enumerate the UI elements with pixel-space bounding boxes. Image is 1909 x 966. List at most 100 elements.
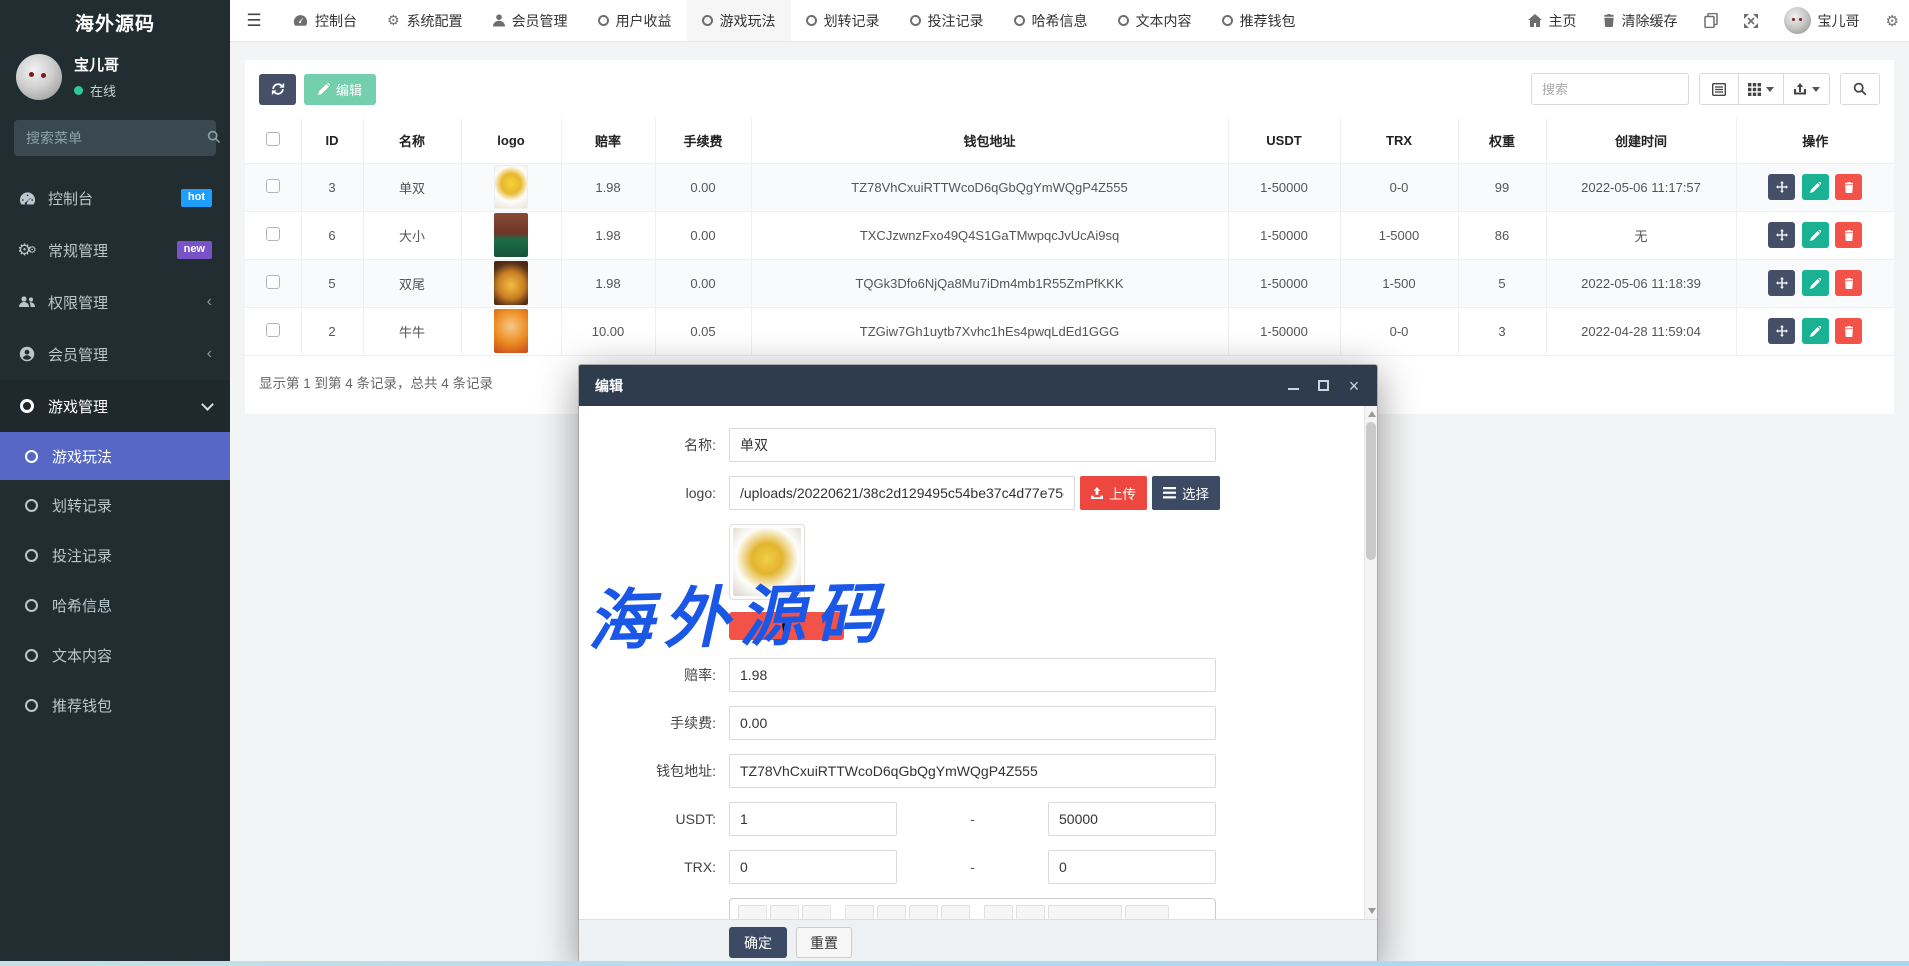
scroll-up-arrow[interactable] bbox=[1368, 411, 1376, 417]
maximize-icon[interactable] bbox=[1318, 380, 1329, 391]
header-wallet[interactable]: 钱包地址 bbox=[751, 118, 1228, 163]
trx-min-field[interactable] bbox=[729, 850, 897, 884]
copy-icon[interactable] bbox=[1704, 13, 1718, 28]
table-row[interactable]: 3 单双 1.98 0.00 TZ78VhCxuiRTTWcoD6qGbQgYm… bbox=[245, 163, 1894, 211]
refresh-button[interactable] bbox=[259, 74, 296, 105]
table-row[interactable]: 5 双尾 1.98 0.00 TQGk3Dfo6NjQa8Mu7iDm4mb1R… bbox=[245, 259, 1894, 307]
tab-transfer-records[interactable]: 划转记录 bbox=[791, 0, 895, 41]
row-checkbox[interactable] bbox=[266, 179, 280, 193]
header-id[interactable]: ID bbox=[301, 118, 363, 163]
reset-button[interactable]: 重置 bbox=[796, 927, 852, 958]
tab-bet-records[interactable]: 投注记录 bbox=[895, 0, 999, 41]
header-rate[interactable]: 赔率 bbox=[561, 118, 655, 163]
header-fee[interactable]: 手续费 bbox=[655, 118, 751, 163]
row-checkbox[interactable] bbox=[266, 227, 280, 241]
upload-button[interactable]: 上传 bbox=[1080, 476, 1147, 510]
fullscreen-icon[interactable] bbox=[1744, 14, 1758, 28]
sidebar-menu: 控制台 hot ⚙⚙ 常规管理 new 权限管理 ‹ 会员管理 ‹ bbox=[0, 172, 230, 380]
sidebar-item-bet-records[interactable]: 投注记录 bbox=[0, 530, 230, 580]
move-icon bbox=[1776, 325, 1788, 337]
drag-sort-button[interactable] bbox=[1768, 318, 1795, 344]
row-checkbox[interactable] bbox=[266, 323, 280, 337]
tab-game-play[interactable]: 游戏玩法 bbox=[687, 0, 791, 41]
drag-sort-button[interactable] bbox=[1768, 174, 1795, 200]
header-name[interactable]: 名称 bbox=[363, 118, 461, 163]
row-edit-button[interactable] bbox=[1802, 270, 1829, 296]
row-delete-button[interactable] bbox=[1835, 318, 1862, 344]
header-usdt[interactable]: USDT bbox=[1228, 118, 1340, 163]
usdt-min-field[interactable] bbox=[729, 802, 897, 836]
header-trx[interactable]: TRX bbox=[1340, 118, 1458, 163]
row-edit-button[interactable] bbox=[1802, 222, 1829, 248]
home-icon bbox=[1528, 14, 1542, 27]
detail-view-button[interactable] bbox=[1699, 73, 1739, 105]
tab-text-content[interactable]: 文本内容 bbox=[1103, 0, 1207, 41]
caret-down-icon bbox=[1766, 87, 1774, 92]
confirm-button[interactable]: 确定 bbox=[729, 927, 787, 958]
export-dropdown-button[interactable] bbox=[1784, 73, 1830, 105]
header-created[interactable]: 创建时间 bbox=[1546, 118, 1736, 163]
tab-hash-info[interactable]: 哈希信息 bbox=[999, 0, 1103, 41]
clear-cache-link[interactable]: 清除缓存 bbox=[1603, 11, 1678, 31]
tab-referral-wallet[interactable]: 推荐钱包 bbox=[1207, 0, 1311, 41]
drag-sort-button[interactable] bbox=[1768, 270, 1795, 296]
name-field[interactable] bbox=[729, 428, 1216, 462]
sidebar-item-transfer-records[interactable]: 划转记录 bbox=[0, 480, 230, 530]
topbar-user[interactable]: 宝儿哥 bbox=[1784, 7, 1860, 34]
delete-image-button[interactable] bbox=[729, 612, 844, 640]
sidebar-search-input[interactable] bbox=[26, 130, 207, 146]
search-toggle-button[interactable] bbox=[1840, 73, 1880, 105]
header-weight[interactable]: 权重 bbox=[1458, 118, 1546, 163]
table-search-input[interactable] bbox=[1531, 73, 1689, 105]
sidebar-item-console[interactable]: 控制台 hot bbox=[0, 172, 230, 224]
dialog-header[interactable]: 编辑 × bbox=[579, 365, 1377, 406]
usdt-max-field[interactable] bbox=[1048, 802, 1216, 836]
avatar[interactable] bbox=[16, 54, 62, 100]
row-checkbox[interactable] bbox=[266, 275, 280, 289]
dialog-scrollbar[interactable] bbox=[1364, 406, 1377, 919]
table-row[interactable]: 2 牛牛 10.00 0.05 TZGiw7Gh1uytb7Xvhc1hEs4p… bbox=[245, 307, 1894, 355]
sidebar-item-permissions[interactable]: 权限管理 ‹ bbox=[0, 276, 230, 328]
row-edit-button[interactable] bbox=[1802, 174, 1829, 200]
header-logo[interactable]: logo bbox=[461, 118, 561, 163]
rate-field[interactable] bbox=[729, 658, 1216, 692]
row-delete-button[interactable] bbox=[1835, 222, 1862, 248]
close-icon[interactable]: × bbox=[1347, 379, 1361, 393]
edit-button[interactable]: 编辑 bbox=[304, 74, 376, 105]
sidebar-item-game-management[interactable]: 游戏管理 bbox=[0, 380, 230, 432]
sidebar-item-referral-wallet[interactable]: 推荐钱包 bbox=[0, 680, 230, 730]
fee-field[interactable] bbox=[729, 706, 1216, 740]
online-status-icon bbox=[74, 86, 83, 95]
minimize-icon[interactable] bbox=[1288, 382, 1299, 390]
sidebar-item-text-content[interactable]: 文本内容 bbox=[0, 630, 230, 680]
columns-dropdown-button[interactable] bbox=[1739, 73, 1784, 105]
sidebar-item-general[interactable]: ⚙⚙ 常规管理 new bbox=[0, 224, 230, 276]
logo-path-field[interactable] bbox=[729, 476, 1075, 510]
tab-system-config[interactable]: ⚙ 系统配置 bbox=[372, 0, 478, 41]
table-toolbar: 编辑 bbox=[245, 60, 1894, 118]
tab-console[interactable]: 控制台 bbox=[278, 0, 372, 41]
row-edit-button[interactable] bbox=[1802, 318, 1829, 344]
sidebar-item-members[interactable]: 会员管理 ‹ bbox=[0, 328, 230, 380]
hamburger-menu-icon[interactable]: ☰ bbox=[230, 0, 278, 41]
drag-sort-button[interactable] bbox=[1768, 222, 1795, 248]
scrollbar-thumb[interactable] bbox=[1366, 422, 1376, 560]
home-link[interactable]: 主页 bbox=[1528, 11, 1577, 31]
tab-user-earnings[interactable]: 用户收益 bbox=[583, 0, 687, 41]
row-delete-button[interactable] bbox=[1835, 174, 1862, 200]
select-all-checkbox[interactable] bbox=[266, 132, 280, 146]
circle-icon bbox=[22, 499, 40, 512]
trx-max-field[interactable] bbox=[1048, 850, 1216, 884]
table-row[interactable]: 6 大小 1.98 0.00 TXCJzwnzFxo49Q4S1GaTMwpqc… bbox=[245, 211, 1894, 259]
sidebar-item-hash-info[interactable]: 哈希信息 bbox=[0, 580, 230, 630]
settings-gears-icon[interactable]: ⚙ bbox=[1886, 12, 1899, 30]
logo-preview-frame[interactable] bbox=[729, 524, 805, 600]
scroll-down-arrow[interactable] bbox=[1368, 908, 1376, 914]
choose-button[interactable]: 选择 bbox=[1152, 476, 1220, 510]
fee-field-label: 手续费: bbox=[579, 713, 729, 733]
tab-label: 划转记录 bbox=[824, 11, 880, 31]
row-delete-button[interactable] bbox=[1835, 270, 1862, 296]
wallet-address-field[interactable] bbox=[729, 754, 1216, 788]
tab-members[interactable]: 会员管理 bbox=[478, 0, 583, 41]
sidebar-item-game-play[interactable]: 游戏玩法 bbox=[0, 432, 230, 480]
